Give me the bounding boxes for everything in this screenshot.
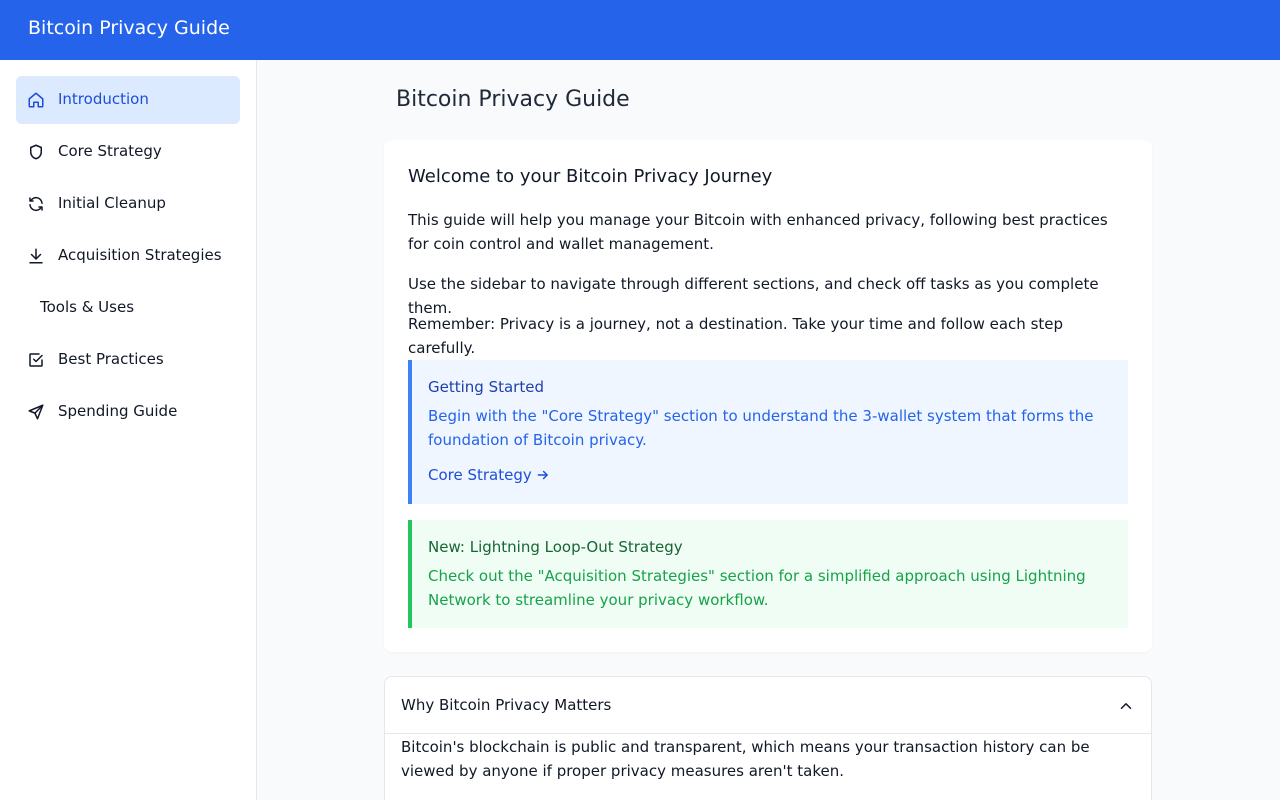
app-title: Bitcoin Privacy Guide <box>28 17 230 39</box>
core-strategy-link[interactable]: Core Strategy <box>428 466 550 484</box>
callout-title: Getting Started <box>428 378 544 396</box>
callout-text: Check out the "Acquisition Strategies" s… <box>428 567 1086 609</box>
page-title: Bitcoin Privacy Guide <box>396 87 630 112</box>
arrow-right-icon <box>537 470 548 480</box>
sidebar-item-initial-cleanup[interactable]: Initial Cleanup <box>16 180 240 228</box>
sidebar-item-label: Spending Guide <box>58 402 178 420</box>
callout-text: Begin with the "Core Strategy" section t… <box>428 407 1094 449</box>
sidebar-item-acquisition-strategies[interactable]: Acquisition Strategies <box>16 232 240 280</box>
refresh-icon <box>27 195 45 213</box>
callout-title: New: Lightning Loop-Out Strategy <box>428 538 683 556</box>
sidebar-item-label: Introduction <box>58 90 149 108</box>
check-square-icon <box>27 351 45 369</box>
chevron-up-icon <box>1117 697 1135 715</box>
welcome-card: Welcome to your Bitcoin Privacy Journey … <box>384 140 1152 652</box>
accordion-header[interactable]: Why Bitcoin Privacy Matters <box>385 677 1151 734</box>
download-icon <box>27 247 45 265</box>
top-bar: Bitcoin Privacy Guide <box>0 0 1280 60</box>
send-icon <box>27 403 45 421</box>
sidebar-item-core-strategy[interactable]: Core Strategy <box>16 128 240 176</box>
shield-icon <box>27 143 45 161</box>
why-privacy-accordion: Why Bitcoin Privacy Matters Bitcoin's bl… <box>384 676 1152 800</box>
welcome-heading: Welcome to your Bitcoin Privacy Journey <box>408 166 773 187</box>
sidebar-item-label: Initial Cleanup <box>58 194 166 212</box>
sidebar-item-label: Best Practices <box>58 350 164 368</box>
lightning-strategy-callout: New: Lightning Loop-Out Strategy Check o… <box>408 520 1128 628</box>
sidebar-item-spending-guide[interactable]: Spending Guide <box>16 388 240 436</box>
sidebar-item-tools-uses[interactable]: Tools & Uses <box>16 284 240 332</box>
accordion-body: Bitcoin's blockchain is public and trans… <box>401 738 1090 780</box>
getting-started-callout: Getting Started Begin with the "Core Str… <box>408 360 1128 504</box>
reminder-paragraph: Remember: Privacy is a journey, not a de… <box>408 315 1064 357</box>
sidebar-item-label: Acquisition Strategies <box>58 246 222 264</box>
sidebar-item-label: Tools & Uses <box>40 298 135 316</box>
sidebar-item-label: Core Strategy <box>58 142 162 160</box>
link-label: Core Strategy <box>428 466 532 484</box>
home-icon <box>27 91 45 109</box>
sidebar-item-best-practices[interactable]: Best Practices <box>16 336 240 384</box>
accordion-title: Why Bitcoin Privacy Matters <box>401 696 612 714</box>
sidebar-item-introduction[interactable]: Introduction <box>16 76 240 124</box>
sidebar: Introduction Core Strategy Initial Clean… <box>0 60 257 800</box>
intro-paragraph: This guide will help you manage your Bit… <box>408 211 1108 253</box>
